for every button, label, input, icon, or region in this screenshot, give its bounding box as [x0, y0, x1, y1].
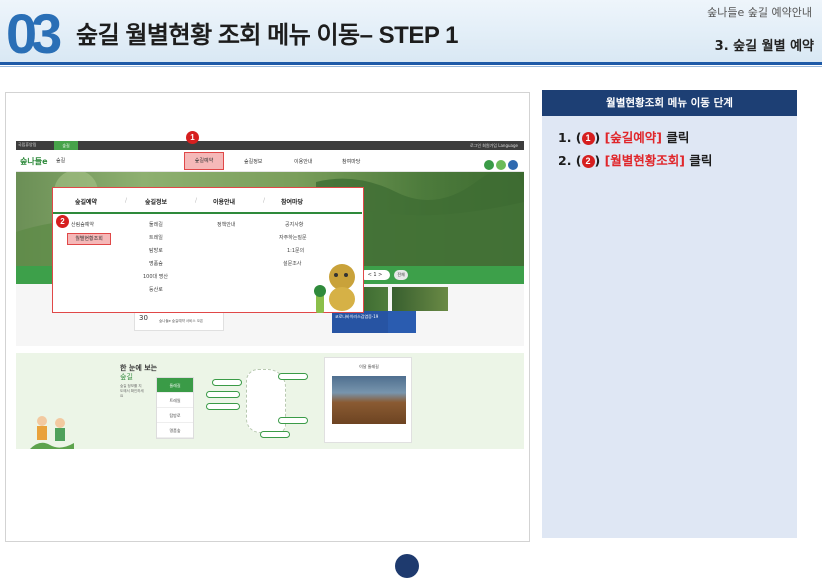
step-panel: 월별현황조회 메뉴 이동 단계 1. (1) [숲길예약] 클릭 2. (2) …: [542, 90, 797, 538]
slide-header: 03 숲길 월별현황 조회 메뉴 이동– STEP 1 숲나들e 숲길 예약안내…: [0, 0, 822, 62]
map-label-pill[interactable]: [260, 431, 290, 438]
website-screenshot: 국립휴양림 숲길 로그인 회원가입 Language 숲나들e 숲길 숲길예약 …: [5, 92, 530, 542]
mascot-illustration: [314, 264, 355, 313]
slide-title: 숲길 월별현황 조회 메뉴 이동– STEP 1: [76, 22, 458, 49]
dropdown-item-forest-reservation[interactable]: 산림숲예약: [71, 221, 94, 228]
header-divider-thin: [0, 66, 822, 67]
map-label-pill[interactable]: [212, 379, 242, 386]
topbar-right-links[interactable]: 로그인 회원가입 Language: [470, 143, 518, 149]
notice-card[interactable]: 30 숲나들e 숲길예약 서비스 오픈: [134, 311, 224, 331]
dropdown-item-policy[interactable]: 정책안내: [217, 221, 235, 228]
dropdown-item-100-mountains[interactable]: 100대 명산: [143, 273, 168, 280]
featured-trail-card[interactable]: 이달 둘레길: [324, 357, 412, 443]
site-logo[interactable]: 숲나들e: [20, 156, 48, 167]
map-section-title-green: 숲길: [120, 373, 133, 381]
step-1-label: [숲길예약]: [604, 130, 663, 145]
step-2-close: ): [594, 153, 601, 168]
step-1-close: ): [594, 130, 601, 145]
header-divider: [0, 62, 822, 65]
dropdown-separator: /: [263, 197, 266, 204]
nav-item-forest-reservation[interactable]: 숲길예약: [184, 152, 224, 170]
hero-pager-all-button[interactable]: 전체: [394, 270, 408, 280]
dropdown-header-guide[interactable]: 이용안내: [213, 197, 235, 206]
section-number: 03: [6, 2, 62, 65]
notice-card-text: 숲나들e 숲길예약 서비스 오픈: [159, 319, 204, 323]
dropdown-header-info[interactable]: 숲길정보: [145, 197, 167, 206]
step-1: 1. (1) [숲길예약] 클릭: [558, 127, 689, 146]
dropdown-item-survey[interactable]: 설문조사: [283, 260, 301, 267]
site-logo-sub: 숲길: [56, 158, 66, 164]
map-category-trail[interactable]: 둘레길: [157, 378, 193, 393]
dropdown-header-reservation[interactable]: 숲길예약: [75, 197, 97, 206]
dropdown-header-participation[interactable]: 참여마당: [281, 197, 303, 206]
step-1-suffix: 클릭: [662, 130, 690, 145]
step-1-prefix: 1. (: [558, 130, 582, 145]
step-2-prefix: 2. (: [558, 153, 582, 168]
step-2-label: [월별현황조회]: [604, 153, 686, 168]
search-icon[interactable]: [484, 160, 494, 170]
topbar-tab[interactable]: 숲길: [54, 141, 78, 150]
dropdown-item-inquiry[interactable]: 1:1문의: [287, 247, 304, 254]
dropdown-item-monthly-status[interactable]: 월별현황조회: [67, 233, 111, 245]
step-2-number-icon: 2: [581, 155, 595, 168]
step-badge-1: 1: [186, 131, 199, 144]
map-label-pill[interactable]: [206, 391, 240, 398]
site-topbar: 국립휴양림 숲길 로그인 회원가입 Language: [16, 141, 524, 150]
page-indicator-dot: [395, 554, 419, 578]
map-category-menu: 둘레길 트레일 탐방로 명품숲: [156, 377, 194, 439]
kids-illustration: [30, 416, 74, 449]
dropdown-item-notice[interactable]: 공지사항: [285, 221, 303, 228]
featured-trail-title: 이달 둘레길: [359, 364, 379, 369]
menu-icon[interactable]: [508, 160, 518, 170]
dropdown-item-path[interactable]: 탐방로: [149, 247, 163, 254]
hero-pager[interactable]: < 1 >: [360, 270, 390, 280]
dropdown-item-trail[interactable]: 트레일: [149, 234, 163, 241]
map-label-pill[interactable]: [278, 417, 308, 424]
header-top-caption: 숲나들e 숲길 예약안내: [707, 6, 812, 19]
map-category-forest[interactable]: 명품숲: [157, 423, 193, 438]
map-label-pill[interactable]: [278, 373, 308, 380]
dropdown-item-dulle[interactable]: 둘레길: [149, 221, 163, 228]
nav-item-usage-guide[interactable]: 이용안내: [294, 158, 312, 165]
dropdown-item-premium-forest[interactable]: 명품숲: [149, 260, 163, 267]
nav-item-forest-info[interactable]: 숲길정보: [244, 158, 262, 165]
step-2-suffix: 클릭: [685, 153, 713, 168]
dropdown-separator: /: [195, 197, 198, 204]
dropdown-item-faq[interactable]: 자주하는질문: [279, 234, 307, 241]
dropdown-item-hiking-trail[interactable]: 등산로: [149, 286, 163, 293]
step-1-number-icon: 1: [581, 132, 595, 145]
covid-banner-image: [388, 311, 416, 333]
header-subtitle: 3. 숲길 월별 예약: [714, 39, 814, 54]
dropdown-separator: /: [125, 197, 128, 204]
map-category-path[interactable]: 탐방로: [157, 408, 193, 423]
step-badge-2: 2: [56, 215, 69, 228]
nav-item-participation[interactable]: 참여마당: [342, 158, 360, 165]
notice-card-number: 30: [139, 314, 148, 322]
map-label-pill[interactable]: [206, 403, 240, 410]
dropdown-header-row: 숲길예약 / 숲길정보 / 이용안내 / 참여마당: [53, 188, 362, 214]
topbar-left-link[interactable]: 국립휴양림: [18, 142, 36, 148]
map-category-trekking[interactable]: 트레일: [157, 393, 193, 408]
forest-thumbnail-2[interactable]: [392, 287, 448, 311]
user-icon[interactable]: [496, 160, 506, 170]
step-2: 2. (2) [월별현황조회] 클릭: [558, 150, 712, 169]
map-section-desc: 숲길 정보를 지도에서 확인하세요: [120, 384, 144, 398]
featured-trail-image: [332, 376, 406, 424]
step-panel-title: 월별현황조회 메뉴 이동 단계: [542, 90, 797, 116]
site-navbar: 숲나들e 숲길 숲길예약 숲길정보 이용안내 참여마당: [16, 150, 524, 172]
